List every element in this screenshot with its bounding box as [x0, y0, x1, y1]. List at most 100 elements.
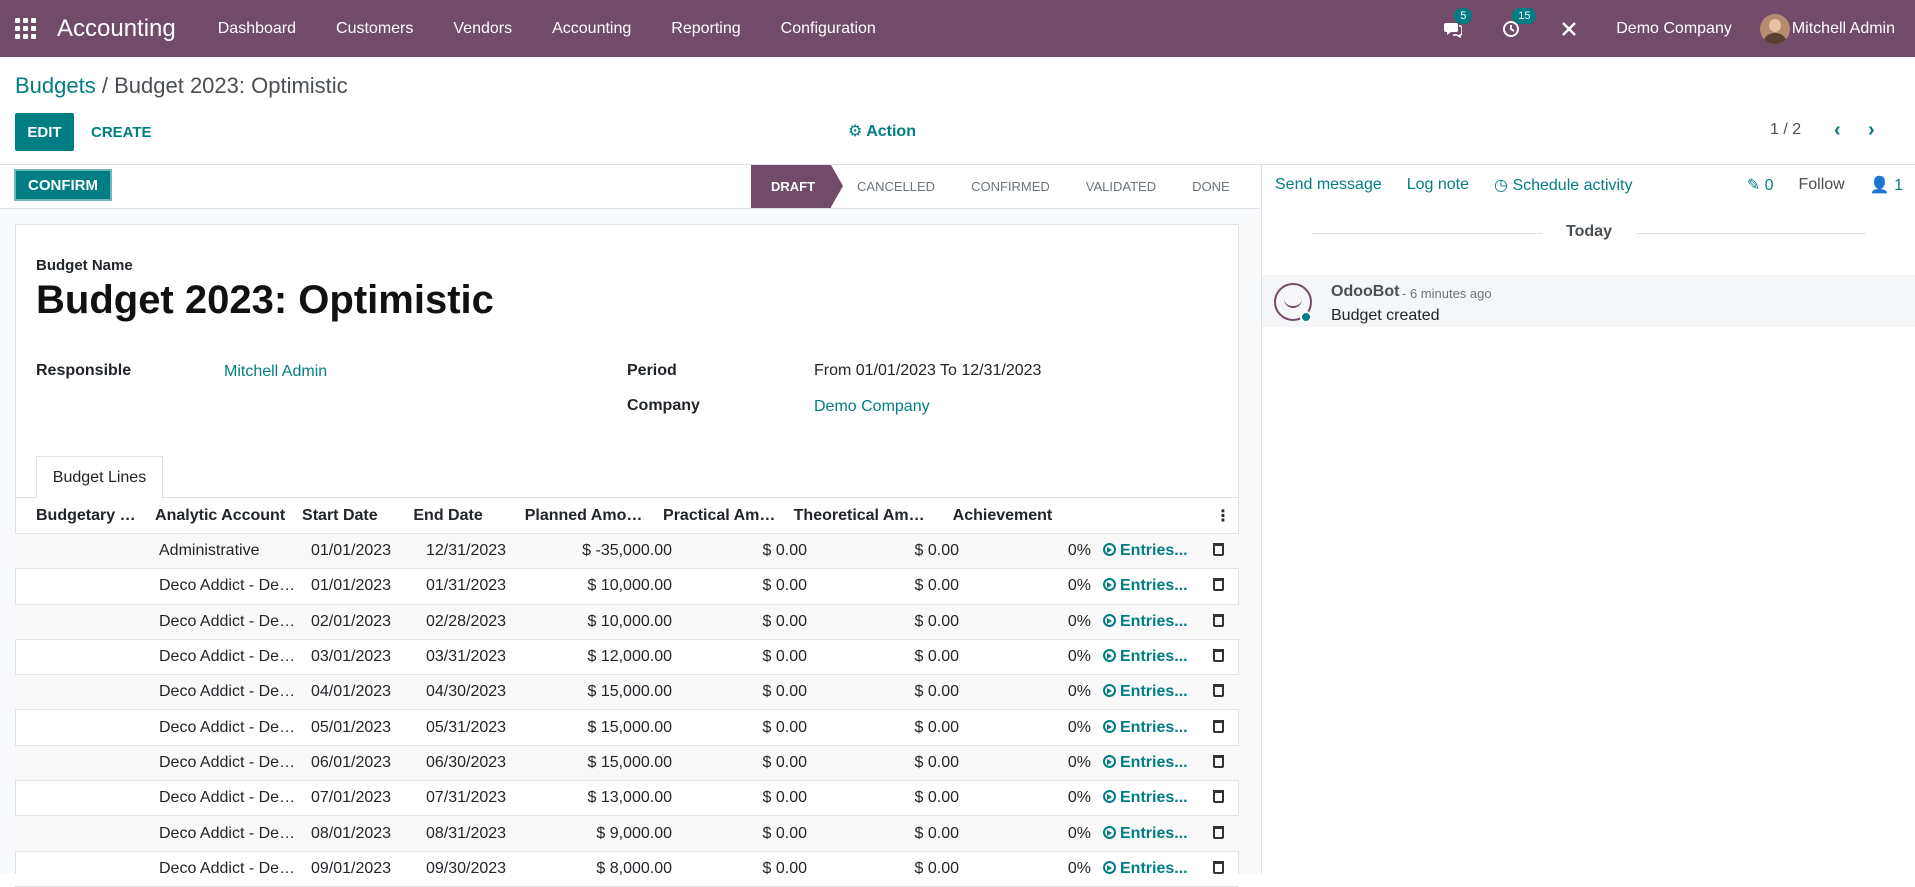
- menu-vendors[interactable]: Vendors: [433, 20, 532, 38]
- breadcrumb-budgets-link[interactable]: Budgets: [15, 73, 96, 98]
- table-row[interactable]: Deco Addict - Dec... 05/01/2023 05/31/2023…: [15, 710, 1239, 746]
- table-row[interactable]: Deco Addict - Dec... 03/01/2023 03/31/2023…: [15, 640, 1239, 676]
- table-row[interactable]: Deco Addict - Dec... 04/01/2023 04/30/2023…: [15, 675, 1239, 711]
- col-practical-amount[interactable]: Practical Amou...: [657, 507, 788, 525]
- delete-row-button[interactable]: [1197, 542, 1239, 560]
- company-label: Company: [627, 397, 700, 414]
- cell-analytic-account: Deco Addict - Dec...: [159, 577, 301, 595]
- follow-button[interactable]: Follow: [1798, 176, 1844, 194]
- messages-icon[interactable]: 5: [1442, 7, 1473, 40]
- table-row[interactable]: Administrative 01/01/2023 12/31/2023 $ -35,…: [15, 534, 1239, 570]
- entries-button[interactable]: Entries...: [1097, 542, 1197, 560]
- entries-button[interactable]: Entries...: [1097, 860, 1197, 878]
- responsible-field[interactable]: Mitchell Admin: [224, 363, 327, 381]
- send-message-button[interactable]: Send message: [1275, 176, 1382, 194]
- table-row[interactable]: Deco Addict - Dec... 08/01/2023 08/31/2023…: [15, 816, 1239, 852]
- menu-configuration[interactable]: Configuration: [761, 20, 896, 38]
- delete-row-button[interactable]: [1197, 719, 1239, 737]
- action-menu[interactable]: ⚙ Action: [848, 121, 916, 141]
- entries-button[interactable]: Entries...: [1097, 577, 1197, 595]
- trash-icon: [1212, 684, 1224, 698]
- arrow-circle-right-icon: [1103, 860, 1116, 874]
- delete-row-button[interactable]: [1197, 683, 1239, 701]
- cell-end-date: 03/31/2023: [426, 648, 507, 666]
- entries-button[interactable]: Entries...: [1097, 789, 1197, 807]
- entries-button[interactable]: Entries...: [1097, 648, 1197, 666]
- table-row[interactable]: Deco Addict - Dec... 01/01/2023 01/31/2023…: [15, 569, 1239, 605]
- stage-draft[interactable]: DRAFT: [751, 165, 844, 208]
- cell-analytic-account: Deco Addict - Dec...: [159, 612, 301, 630]
- cell-end-date: 07/31/2023: [426, 789, 507, 807]
- breadcrumb-separator: /: [101, 73, 108, 98]
- delete-row-button[interactable]: [1197, 613, 1239, 631]
- log-note-button[interactable]: Log note: [1407, 176, 1469, 194]
- followers-button[interactable]: 👤 1: [1870, 175, 1903, 195]
- cell-analytic-account: Deco Addict - Dec...: [159, 718, 301, 736]
- chevron-left-icon[interactable]: ‹: [1834, 119, 1841, 142]
- col-planned-amount[interactable]: Planned Amount: [519, 507, 657, 525]
- entries-button[interactable]: Entries...: [1097, 719, 1197, 737]
- cell-achievement: 0%: [1067, 789, 1091, 807]
- cell-planned-amount: $ 8,000.00: [596, 859, 672, 877]
- debug-tools-icon[interactable]: [1558, 18, 1580, 40]
- stage-done[interactable]: DONE: [1174, 165, 1248, 208]
- menu-accounting[interactable]: Accounting: [532, 20, 651, 38]
- cell-practical-amount: $ 0.00: [762, 612, 807, 630]
- delete-row-button[interactable]: [1197, 648, 1239, 666]
- status-bar: CONFIRM DRAFT CANCELLED CONFIRMED VALIDA…: [0, 165, 1260, 209]
- optional-columns-icon[interactable]: ⋮: [1200, 506, 1239, 526]
- table-row[interactable]: Deco Addict - Dec... 06/01/2023 06/30/2023…: [15, 745, 1239, 782]
- menu-dashboard[interactable]: Dashboard: [198, 20, 316, 38]
- delete-row-button[interactable]: [1197, 860, 1239, 878]
- company-field[interactable]: Demo Company: [814, 398, 930, 416]
- activities-icon[interactable]: 15: [1500, 7, 1537, 40]
- cell-achievement: 0%: [1067, 718, 1091, 736]
- stage-confirmed[interactable]: CONFIRMED: [953, 165, 1068, 208]
- period-field: From 01/01/2023 To 12/31/2023: [814, 362, 1041, 380]
- table-row[interactable]: Deco Addict - Dec... 09/01/2023 09/30/2023…: [15, 852, 1239, 887]
- entries-label: Entries...: [1120, 753, 1188, 771]
- cell-planned-amount: $ 15,000.00: [587, 683, 672, 701]
- col-analytic-account[interactable]: Analytic Account: [149, 507, 296, 525]
- create-button[interactable]: CREATE: [91, 113, 152, 151]
- cell-practical-amount: $ 0.00: [762, 577, 807, 595]
- apps-menu-icon[interactable]: [15, 18, 37, 40]
- col-end-date[interactable]: End Date: [407, 507, 518, 525]
- menu-reporting[interactable]: Reporting: [651, 20, 760, 38]
- col-budgetary-position[interactable]: Budgetary Po...: [15, 507, 149, 525]
- delete-row-button[interactable]: [1197, 577, 1239, 595]
- entries-button[interactable]: Entries...: [1097, 754, 1197, 772]
- chevron-right-icon[interactable]: ›: [1868, 119, 1875, 142]
- col-start-date[interactable]: Start Date: [296, 507, 407, 525]
- app-name[interactable]: Accounting: [57, 15, 176, 43]
- table-row[interactable]: Deco Addict - Dec... 07/01/2023 07/31/2023…: [15, 781, 1239, 817]
- col-theoretical-amount[interactable]: Theoretical Amou...: [788, 507, 935, 525]
- entries-button[interactable]: Entries...: [1097, 825, 1197, 843]
- confirm-button[interactable]: CONFIRM: [14, 169, 112, 201]
- delete-row-button[interactable]: [1197, 789, 1239, 807]
- cell-planned-amount: $ 12,000.00: [587, 648, 672, 666]
- cell-theoretical-amount: $ 0.00: [914, 753, 959, 771]
- user-avatar[interactable]: [1759, 13, 1790, 44]
- stage-validated[interactable]: VALIDATED: [1068, 165, 1174, 208]
- col-achievement[interactable]: Achievement: [935, 507, 1063, 525]
- schedule-activity-label: Schedule activity: [1512, 177, 1633, 194]
- table-header: Budgetary Po... Analytic Account Start D…: [15, 498, 1239, 534]
- table-body: Administrative 01/01/2023 12/31/2023 $ -35,…: [15, 534, 1239, 887]
- message-time: - 6 minutes ago: [1402, 286, 1492, 301]
- delete-row-button[interactable]: [1197, 754, 1239, 772]
- entries-button[interactable]: Entries...: [1097, 683, 1197, 701]
- delete-row-button[interactable]: [1197, 825, 1239, 843]
- company-switcher[interactable]: Demo Company: [1616, 20, 1732, 38]
- entries-button[interactable]: Entries...: [1097, 613, 1197, 631]
- table-row[interactable]: Deco Addict - Dec... 02/01/2023 02/28/2023…: [15, 604, 1239, 640]
- attachments-button[interactable]: ✎ 0: [1747, 175, 1774, 195]
- pager-value[interactable]: 1 / 2: [1770, 121, 1801, 139]
- menu-customers[interactable]: Customers: [316, 20, 433, 38]
- entries-label: Entries...: [1120, 577, 1188, 595]
- schedule-activity-button[interactable]: ◷ Schedule activity: [1494, 175, 1632, 195]
- tab-budget-lines[interactable]: Budget Lines: [36, 456, 163, 499]
- stage-cancelled[interactable]: CANCELLED: [831, 165, 953, 208]
- edit-button[interactable]: EDIT: [15, 113, 74, 151]
- user-menu[interactable]: Mitchell Admin: [1792, 20, 1895, 38]
